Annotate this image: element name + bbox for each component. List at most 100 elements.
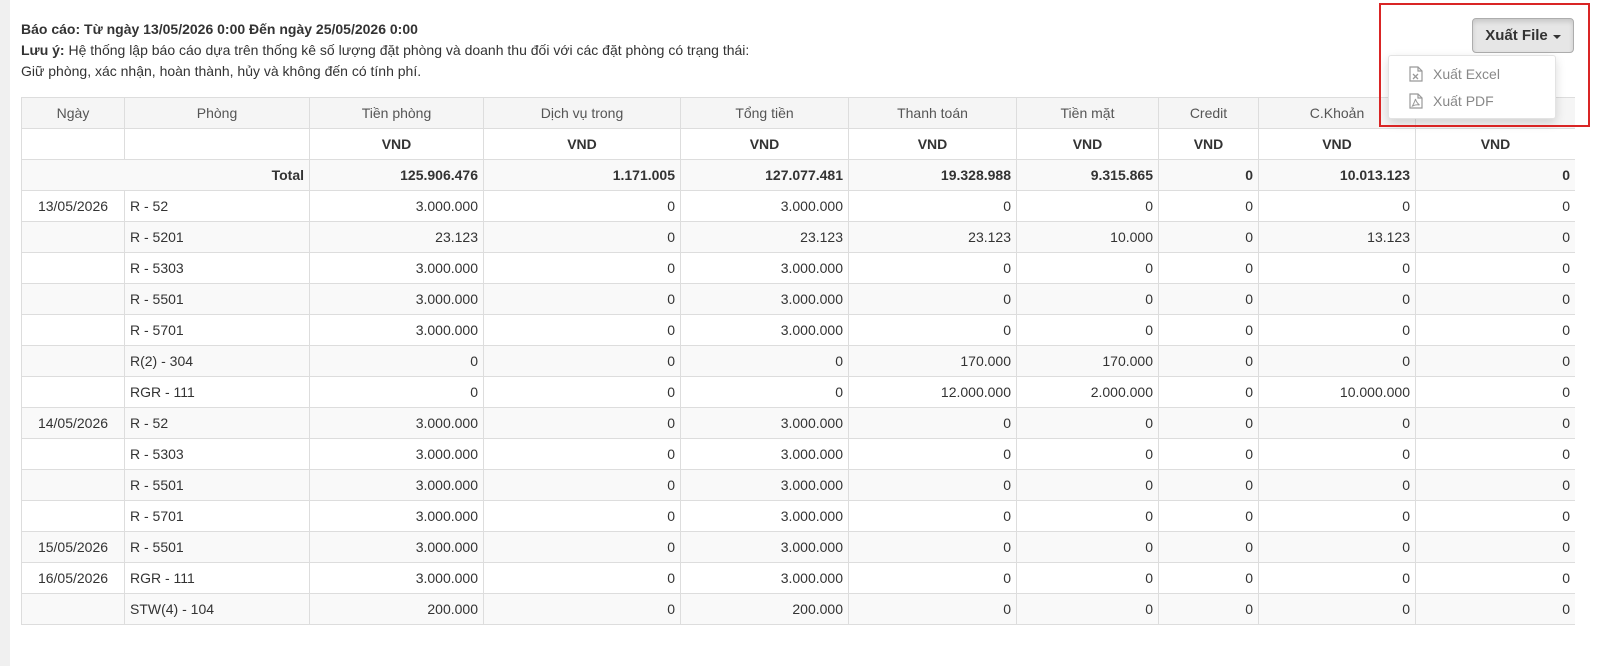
value-cell: 0: [483, 407, 681, 439]
unit-header: VND: [848, 128, 1017, 160]
table-row: 15/05/2026 R - 5501 3.000.000 0 3.000.000 0 0 0…: [21, 531, 1575, 563]
value-cell: 0: [680, 376, 849, 408]
date-cell: [21, 469, 125, 501]
value-cell: 2.000.000: [1016, 376, 1159, 408]
room-cell: R - 5201: [124, 221, 310, 253]
value-cell: 200.000: [309, 593, 484, 625]
table-row: STW(4) - 104 200.000 0 200.000 0 0 0 0 0: [21, 593, 1575, 625]
column-header-row: Ngày Phòng Tiền phòng Dịch vụ trong Tổng…: [21, 97, 1575, 129]
value-cell: 170.000: [1016, 345, 1159, 377]
date-cell: 13/05/2026: [21, 190, 125, 222]
column-header[interactable]: Tiền mặt: [1016, 97, 1159, 129]
value-cell: 0: [1016, 252, 1159, 284]
table-row: 14/05/2026 R - 52 3.000.000 0 3.000.000 0 0 0 0 0: [21, 407, 1575, 439]
unit-header: VND: [1016, 128, 1159, 160]
value-cell: 0: [483, 500, 681, 532]
total-cell: 0: [1415, 159, 1575, 191]
report-table: Ngày Phòng Tiền phòng Dịch vụ trong Tổng…: [21, 97, 1575, 625]
value-cell: 0: [680, 345, 849, 377]
value-cell: 0: [1016, 562, 1159, 594]
value-cell: 0: [1158, 345, 1259, 377]
value-cell: 0: [1415, 345, 1575, 377]
value-cell: 10.000.000: [1258, 376, 1416, 408]
room-cell: R - 52: [124, 190, 310, 222]
table-row: R - 5701 3.000.000 0 3.000.000 0 0 0 0 0: [21, 314, 1575, 346]
value-cell: 0: [1415, 562, 1575, 594]
unit-header-row: VND VND VND VND VND VND VND VND: [21, 128, 1575, 160]
value-cell: 23.123: [848, 221, 1017, 253]
table-row: 13/05/2026 R - 52 3.000.000 0 3.000.000 0 0 0 0 0: [21, 190, 1575, 222]
value-cell: 0: [848, 438, 1017, 470]
value-cell: 0: [848, 469, 1017, 501]
value-cell: 0: [848, 407, 1017, 439]
unit-header: VND: [680, 128, 849, 160]
date-cell: [21, 252, 125, 284]
export-excel-option[interactable]: Xuất Excel: [1409, 63, 1500, 85]
value-cell: 0: [309, 345, 484, 377]
total-label: Total: [21, 159, 310, 191]
caret-down-icon: [1552, 34, 1561, 39]
excel-file-icon: [1409, 66, 1423, 82]
export-file-button[interactable]: Xuất File: [1472, 18, 1574, 53]
value-cell: 0: [1415, 376, 1575, 408]
value-cell: 0: [483, 593, 681, 625]
value-cell: 12.000.000: [848, 376, 1017, 408]
column-header[interactable]: Thanh toán: [848, 97, 1017, 129]
value-cell: 3.000.000: [680, 531, 849, 563]
value-cell: 0: [1258, 469, 1416, 501]
table-row: R - 5501 3.000.000 0 3.000.000 0 0 0 0 0: [21, 283, 1575, 315]
value-cell: 0: [1258, 283, 1416, 315]
note-label: Lưu ý:: [21, 42, 65, 58]
export-pdf-option[interactable]: Xuất PDF: [1409, 90, 1494, 112]
value-cell: 0: [1415, 531, 1575, 563]
unit-header: VND: [1415, 128, 1575, 160]
value-cell: 0: [1158, 531, 1259, 563]
value-cell: 3.000.000: [680, 500, 849, 532]
room-cell: R - 52: [124, 407, 310, 439]
value-cell: 0: [1258, 190, 1416, 222]
value-cell: 3.000.000: [680, 283, 849, 315]
left-page-edge: [0, 0, 10, 666]
table-row: R - 5701 3.000.000 0 3.000.000 0 0 0 0 0: [21, 500, 1575, 532]
value-cell: 0: [483, 438, 681, 470]
value-cell: 0: [1415, 283, 1575, 315]
value-cell: 0: [1016, 190, 1159, 222]
value-cell: 0: [1415, 469, 1575, 501]
value-cell: 3.000.000: [680, 252, 849, 284]
value-cell: 0: [309, 376, 484, 408]
value-cell: 0: [1415, 190, 1575, 222]
value-cell: 0: [1158, 221, 1259, 253]
value-cell: 0: [1158, 438, 1259, 470]
value-cell: 0: [1258, 252, 1416, 284]
column-header[interactable]: Dịch vụ trong: [483, 97, 681, 129]
value-cell: 0: [1158, 407, 1259, 439]
value-cell: 0: [483, 190, 681, 222]
report-table-container[interactable]: Ngày Phòng Tiền phòng Dịch vụ trong Tổng…: [21, 97, 1575, 666]
value-cell: 0: [1158, 562, 1259, 594]
table-row: R - 5501 3.000.000 0 3.000.000 0 0 0 0 0: [21, 469, 1575, 501]
total-row: Total 125.906.476 1.171.005 127.077.481 …: [21, 159, 1575, 191]
value-cell: 0: [1158, 469, 1259, 501]
column-header[interactable]: Tổng tiền: [680, 97, 849, 129]
value-cell: 3.000.000: [680, 562, 849, 594]
date-cell: [21, 500, 125, 532]
table-row: R - 5201 23.123 0 23.123 23.123 10.000 0 13.123…: [21, 221, 1575, 253]
room-cell: R - 5501: [124, 283, 310, 315]
value-cell: 3.000.000: [680, 314, 849, 346]
room-cell: R(2) - 304: [124, 345, 310, 377]
column-header[interactable]: Credit: [1158, 97, 1259, 129]
value-cell: 0: [1415, 314, 1575, 346]
value-cell: 0: [1258, 500, 1416, 532]
column-header[interactable]: Phòng: [124, 97, 310, 129]
value-cell: 0: [483, 469, 681, 501]
value-cell: 0: [1415, 500, 1575, 532]
total-cell: 127.077.481: [680, 159, 849, 191]
table-row: RGR - 111 0 0 0 12.000.000 2.000.000 0 10.000.0…: [21, 376, 1575, 408]
date-cell: [21, 593, 125, 625]
unit-header: VND: [483, 128, 681, 160]
column-header[interactable]: Ngày: [21, 97, 125, 129]
value-cell: 0: [1016, 283, 1159, 315]
column-header[interactable]: Tiền phòng: [309, 97, 484, 129]
room-cell: R - 5501: [124, 531, 310, 563]
date-cell: [21, 283, 125, 315]
